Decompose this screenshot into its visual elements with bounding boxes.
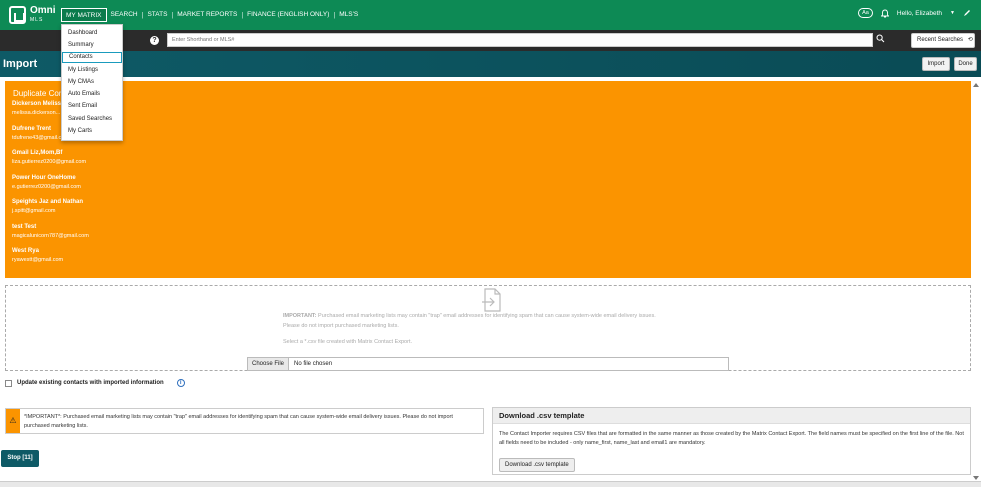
select-file-hint: Select a *.csv file created with Matrix … (283, 339, 412, 345)
help-icon[interactable]: ? (150, 36, 159, 45)
omni-mls-logo[interactable]: Omni MLS (9, 3, 57, 27)
warning-icon: ⚠ (6, 409, 20, 433)
csv-template-panel: Download .csv template The Contact Impor… (492, 407, 971, 475)
list-item: test Test magicalunicorn787@gmail.com (12, 224, 89, 239)
file-upload-icon (482, 288, 501, 312)
menu-item-sent-email[interactable]: Sent Email (62, 101, 122, 112)
user-greeting[interactable]: Hello, Elizabeth (897, 10, 942, 17)
no-file-label: No file chosen (294, 361, 333, 367)
menu-item-dashboard[interactable]: Dashboard (62, 28, 122, 39)
warning-box: ⚠ *IMPORTANT*: Purchased email marketing… (5, 408, 484, 434)
file-input[interactable]: Choose File No file chosen (247, 357, 729, 371)
recent-searches-label: Recent Searches (917, 37, 964, 43)
nav-divider: | (171, 11, 174, 19)
contact-name: Power Hour OneHome (12, 175, 76, 181)
duplicate-contacts-panel: Duplicate Contacts Dickerson Melissa mel… (5, 81, 971, 278)
menu-item-summary[interactable]: Summary (62, 40, 122, 51)
contact-name: Dickerson Melissa (12, 101, 65, 107)
list-item: West Rya ryawestt@gmail.com (12, 248, 63, 263)
nav-divider: | (333, 11, 336, 19)
nav-my-matrix[interactable]: MY MATRIX (61, 8, 107, 22)
warning-text: *IMPORTANT*: Purchased email marketing l… (24, 414, 453, 429)
csv-template-title: Download .csv template (493, 408, 970, 424)
important-text: Purchased email marketing lists may cont… (318, 313, 656, 319)
update-existing-checkbox[interactable] (5, 379, 12, 387)
contact-name: Speights Jaz and Nathan (12, 199, 84, 205)
search-icon[interactable] (874, 34, 886, 46)
chevron-down-icon[interactable]: ▼ (950, 10, 955, 16)
bell-icon[interactable] (880, 9, 889, 18)
info-icon[interactable]: i (176, 379, 185, 387)
important-bold: IMPORTANT: (283, 313, 317, 319)
list-item: Gmail Liz,Mom,Bf liza.gutierrez0200@gmai… (12, 150, 86, 165)
import-button[interactable]: Import (922, 57, 950, 71)
contact-email: liza.gutierrez0200@gmail.com (12, 159, 87, 165)
nav-search[interactable]: SEARCH (107, 8, 142, 22)
list-item: Power Hour OneHome e.gutierrez0200@gmail… (12, 175, 81, 190)
menu-item-my-carts[interactable]: My Carts (62, 126, 122, 137)
history-icon: ⟲ (967, 37, 973, 43)
top-nav-bar: Omni MLS MY MATRIX SEARCH | STATS | MARK… (0, 0, 981, 30)
menu-item-contacts[interactable]: Contacts (62, 52, 122, 63)
my-matrix-dropdown: Dashboard Summary Contacts My Listings M… (61, 24, 123, 141)
user-area: Aa Hello, Elizabeth ▼ (858, 8, 971, 18)
list-item: Dickerson Melissa melissa.dickerson... (12, 101, 64, 116)
menu-item-my-cmas[interactable]: My CMAs (62, 77, 122, 88)
shorthand-search-input[interactable] (167, 33, 873, 47)
home-logo-icon (9, 6, 26, 24)
page-title: Import (3, 58, 38, 70)
scroll-down-arrow-icon[interactable] (973, 476, 979, 480)
update-existing-row: Update existing contacts with imported i… (5, 379, 185, 387)
nav-mls[interactable]: MLS'S (335, 8, 362, 22)
nav-divider: | (241, 11, 244, 19)
list-item: Speights Jaz and Nathan j.spitt@gmail.co… (12, 199, 83, 214)
brand-sub: MLS (30, 16, 44, 23)
page-header-bar (0, 51, 981, 77)
done-button[interactable]: Done (954, 57, 977, 71)
nav-divider: | (141, 11, 144, 19)
text-size-button[interactable]: Aa (858, 8, 873, 18)
scroll-up-arrow-icon[interactable] (973, 83, 979, 87)
contact-email: e.gutierrez0200@gmail.com (12, 184, 81, 190)
nav-stats[interactable]: STATS (143, 8, 171, 22)
download-csv-button[interactable]: Download .csv template (499, 458, 575, 472)
menu-item-auto-emails[interactable]: Auto Emails (62, 89, 122, 100)
file-drop-zone[interactable]: IMPORTANT: Purchased email marketing lis… (5, 285, 971, 371)
horizontal-scrollbar[interactable] (0, 481, 981, 487)
nav-market-reports[interactable]: MARKET REPORTS (173, 8, 241, 22)
update-existing-label[interactable]: Update existing contacts with imported i… (17, 380, 164, 386)
contact-email: melissa.dickerson... (12, 110, 61, 116)
contact-email: j.spitt@gmail.com (12, 208, 56, 214)
contact-name: West Rya (12, 248, 39, 254)
recent-searches-button[interactable]: Recent Searches ⟲ (911, 33, 975, 48)
nav-finance[interactable]: FINANCE (ENGLISH ONLY) (243, 8, 333, 22)
contact-name: test Test (12, 224, 37, 230)
contact-name: Gmail Liz,Mom,Bf (12, 150, 63, 156)
important-notice: IMPORTANT: Purchased email marketing lis… (283, 311, 733, 331)
important-line2: Please do not import purchased marketing… (283, 323, 399, 329)
pencil-icon[interactable] (963, 9, 971, 17)
choose-file-button[interactable]: Choose File (248, 358, 290, 370)
brand-name: Omni (30, 4, 56, 16)
stop-button[interactable]: Stop [11] (1, 450, 39, 467)
contact-email: ryawestt@gmail.com (12, 257, 64, 263)
csv-template-description: The Contact Importer requires CSV files … (499, 431, 964, 446)
menu-item-my-listings[interactable]: My Listings (62, 65, 122, 76)
menu-item-saved-searches[interactable]: Saved Searches (62, 114, 122, 125)
contact-email: magicalunicorn787@gmail.com (12, 233, 89, 239)
